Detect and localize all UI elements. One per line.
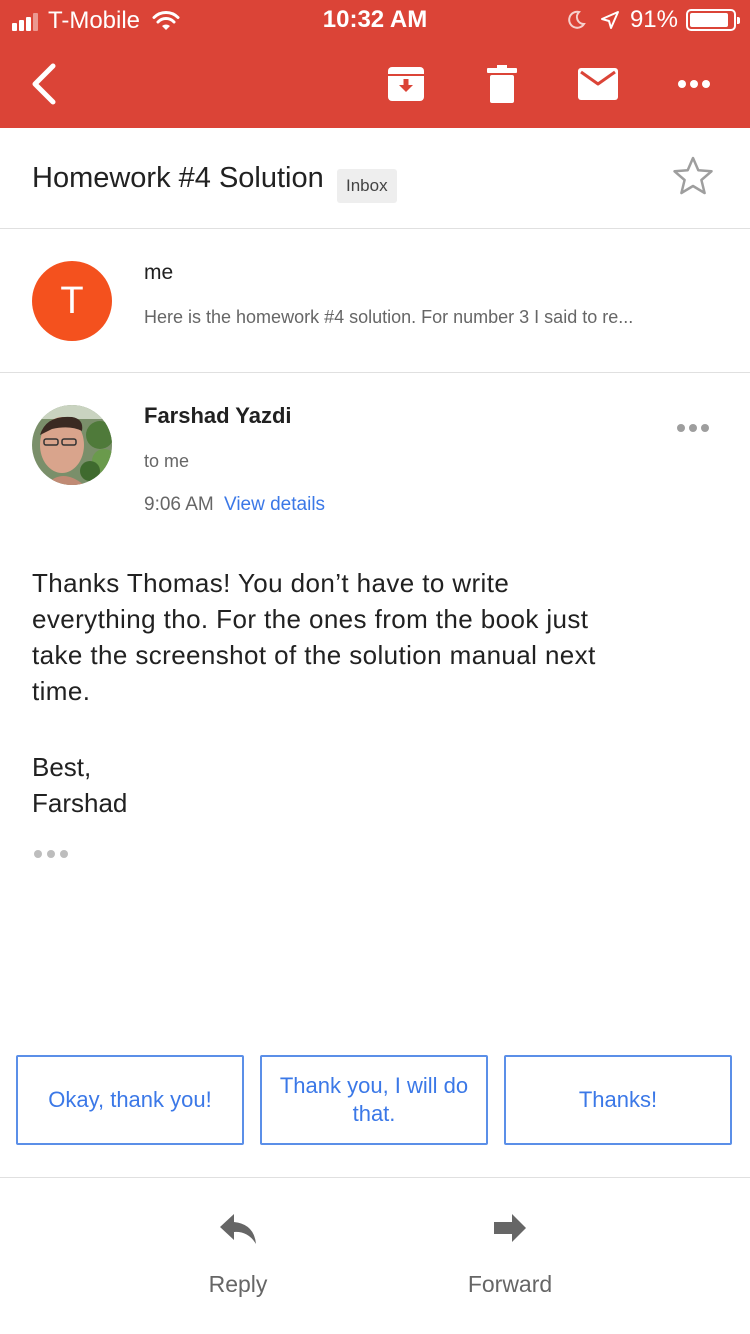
more-options-button[interactable] bbox=[674, 60, 714, 108]
forward-label: Forward bbox=[467, 1271, 553, 1297]
sender-avatar-photo[interactable] bbox=[32, 405, 112, 485]
archive-button[interactable] bbox=[384, 60, 428, 108]
view-details-link[interactable]: View details bbox=[224, 494, 325, 515]
collapsed-message[interactable]: T me Here is the homework #4 solution. F… bbox=[0, 229, 750, 373]
delete-button[interactable] bbox=[482, 60, 522, 108]
body-line: time. bbox=[32, 676, 91, 706]
divider bbox=[0, 1177, 750, 1178]
collapsed-sender: me bbox=[144, 261, 174, 284]
battery-icon bbox=[686, 9, 740, 31]
more-horizontal-icon bbox=[677, 424, 709, 432]
battery-percent: 91% bbox=[629, 6, 678, 33]
body-line: everything tho. For the ones from the bo… bbox=[32, 604, 589, 634]
reply-icon bbox=[220, 1214, 256, 1244]
moon-icon bbox=[568, 10, 586, 29]
closing: Best, bbox=[32, 752, 92, 782]
archive-icon bbox=[388, 67, 424, 101]
message-time: 9:06 AM bbox=[144, 494, 214, 515]
message-snippet: Here is the homework #4 solution. For nu… bbox=[144, 307, 634, 327]
location-arrow-icon bbox=[600, 11, 619, 29]
more-horizontal-icon bbox=[678, 80, 710, 88]
recipient-line: to me bbox=[144, 451, 190, 471]
status-right: 91% bbox=[566, 6, 740, 34]
battery-fill bbox=[690, 13, 729, 27]
smart-reply-button[interactable]: Okay, thank you! bbox=[16, 1055, 244, 1145]
sender-name: Farshad Yazdi bbox=[144, 403, 292, 428]
smart-reply-button[interactable]: Thank you, I will do that. bbox=[260, 1055, 488, 1145]
star-button[interactable] bbox=[672, 156, 714, 201]
trash-icon bbox=[487, 65, 517, 103]
show-trimmed-content-button[interactable] bbox=[34, 850, 73, 858]
body-line: take the screenshot of the solution manu… bbox=[32, 640, 596, 670]
back-button[interactable] bbox=[24, 60, 64, 108]
star-outline-icon bbox=[673, 156, 713, 195]
smart-reply-button[interactable]: Thanks! bbox=[504, 1055, 732, 1145]
signature: Farshad bbox=[32, 788, 128, 818]
status-bar: T-Mobile 10:32 AM 91% bbox=[0, 0, 750, 42]
mark-unread-button[interactable] bbox=[576, 60, 620, 108]
reply-label: Reply bbox=[208, 1271, 268, 1297]
message-more-button[interactable] bbox=[676, 420, 710, 438]
forward-icon bbox=[494, 1214, 526, 1242]
message-signoff: Best, Farshad bbox=[32, 749, 127, 821]
message-body: Thanks Thomas! You don’t have to write e… bbox=[32, 565, 682, 709]
chevron-left-icon bbox=[32, 63, 56, 105]
person-photo-icon bbox=[32, 405, 112, 485]
forward-button[interactable]: Forward bbox=[430, 1212, 590, 1298]
mail-icon bbox=[578, 68, 618, 100]
thread-subject: Homework #4 Solution bbox=[32, 162, 324, 194]
inbox-label-chip[interactable]: Inbox bbox=[337, 169, 397, 203]
sender-avatar: T bbox=[32, 261, 112, 341]
subject-row: Homework #4 Solution Inbox bbox=[0, 128, 750, 229]
reply-button[interactable]: Reply bbox=[158, 1212, 318, 1298]
body-line: Thanks Thomas! You don’t have to write bbox=[32, 568, 510, 598]
app-header: T-Mobile 10:32 AM 91% bbox=[0, 0, 750, 128]
message-meta: 9:06 AM View details bbox=[144, 494, 325, 516]
